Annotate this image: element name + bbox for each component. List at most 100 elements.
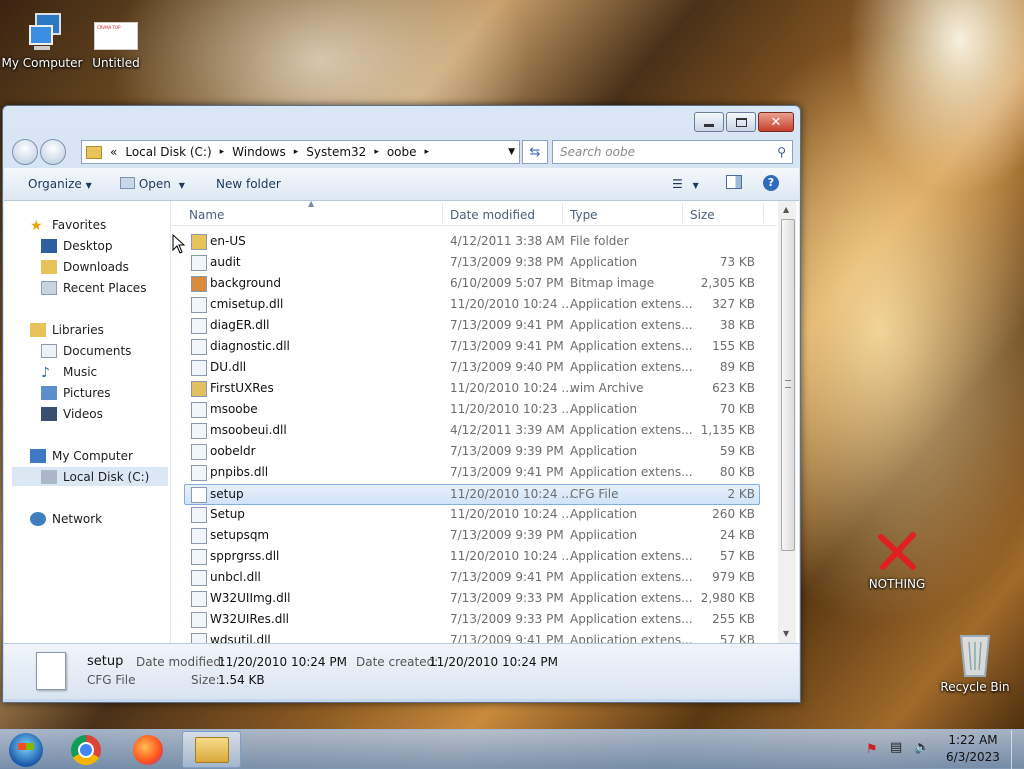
organize-button[interactable]: Organize ▼ xyxy=(28,177,92,191)
column-name[interactable]: Name xyxy=(189,208,224,222)
details-created-value: 11/20/2010 10:24 PM xyxy=(429,655,558,669)
file-date-modified: 7/13/2009 9:41 PM xyxy=(450,339,564,353)
start-button[interactable] xyxy=(0,732,52,768)
nav-documents[interactable]: Documents xyxy=(41,341,131,360)
file-row[interactable]: msoobe 11/20/2010 10:23 ... Application 70 … xyxy=(185,400,759,419)
nav-recent-places[interactable]: Recent Places xyxy=(41,278,146,297)
tray-network-icon[interactable]: ▤ xyxy=(890,740,902,755)
breadcrumb-system32[interactable]: System32 xyxy=(306,145,366,159)
file-icon xyxy=(191,570,207,586)
file-row[interactable]: cmisetup.dll 11/20/2010 10:24 ... Applicat… xyxy=(185,295,759,314)
breadcrumb-oobe[interactable]: oobe xyxy=(387,145,417,159)
new-folder-button[interactable]: New folder xyxy=(216,177,281,191)
file-row[interactable]: en-US 4/12/2011 3:38 AM File folder xyxy=(185,232,759,251)
file-size: 2,980 KB xyxy=(700,591,755,605)
file-row[interactable]: audit 7/13/2009 9:38 PM Application 73 KB xyxy=(185,253,759,272)
nav-my-computer[interactable]: My Computer xyxy=(30,446,133,465)
scroll-down-arrow[interactable]: ▼ xyxy=(783,629,789,638)
show-desktop-button[interactable] xyxy=(1011,730,1024,769)
vertical-scrollbar[interactable]: ▲ ▼ xyxy=(778,201,796,643)
nav-pictures[interactable]: Pictures xyxy=(41,383,111,402)
file-name: W32UIRes.dll xyxy=(210,612,289,626)
breadcrumb-overflow[interactable]: « xyxy=(110,145,117,159)
recycle-bin-icon xyxy=(959,635,991,677)
file-name: msoobeui.dll xyxy=(210,423,287,437)
nav-videos[interactable]: Videos xyxy=(41,404,103,423)
file-type: Application extens... xyxy=(570,339,693,353)
file-row[interactable]: background 6/10/2009 5:07 PM Bitmap image 2… xyxy=(185,274,759,293)
file-row[interactable]: DU.dll 7/13/2009 9:40 PM Application exten… xyxy=(185,358,759,377)
address-dropdown-icon[interactable]: ▼ xyxy=(508,147,515,157)
file-type: Application extens... xyxy=(570,465,693,479)
column-date-modified[interactable]: Date modified xyxy=(450,208,535,222)
desktop-icon-nothing[interactable]: NOTHING xyxy=(855,527,939,591)
file-row[interactable]: unbcl.dll 7/13/2009 9:41 PM Application ex… xyxy=(185,568,759,587)
file-row[interactable]: Setup 11/20/2010 10:24 ... Application 260 … xyxy=(185,505,759,524)
details-size-value: 1.54 KB xyxy=(218,673,265,687)
breadcrumb-arrow[interactable]: ▸ xyxy=(220,147,225,157)
address-bar[interactable]: « Local Disk (C:) ▸ Windows ▸ System32 ▸… xyxy=(81,140,520,164)
desktop-icon-recycle-bin[interactable]: Recycle Bin xyxy=(933,630,1017,694)
maximize-button[interactable] xyxy=(726,112,756,132)
taskbar-explorer[interactable] xyxy=(182,731,241,768)
file-icon xyxy=(191,297,207,313)
nav-downloads[interactable]: Downloads xyxy=(41,257,129,276)
close-button[interactable]: ✕ xyxy=(758,112,794,132)
breadcrumb-windows[interactable]: Windows xyxy=(232,145,286,159)
file-row[interactable]: diagER.dll 7/13/2009 9:41 PM Application e… xyxy=(185,316,759,335)
view-options-button[interactable]: ☰ ▼ xyxy=(672,177,699,191)
file-row[interactable]: msoobeui.dll 4/12/2011 3:39 AM Application… xyxy=(185,421,759,440)
column-separator[interactable] xyxy=(763,203,764,223)
nav-music[interactable]: ♪ Music xyxy=(41,362,97,381)
file-row[interactable]: setup 11/20/2010 10:24 ... CFG File 2 KB xyxy=(184,484,760,505)
minimize-button[interactable] xyxy=(694,112,724,132)
nav-network[interactable]: Network xyxy=(30,509,102,528)
scroll-thumb[interactable] xyxy=(781,219,795,551)
open-button[interactable]: Open ▼ xyxy=(120,177,185,191)
nav-favorites[interactable]: ★ Favorites xyxy=(30,215,106,234)
tray-volume-icon[interactable]: 🔈 xyxy=(914,740,930,755)
downloads-folder-icon xyxy=(41,259,57,274)
file-size: 73 KB xyxy=(719,255,755,269)
column-separator[interactable] xyxy=(562,203,563,223)
column-separator[interactable] xyxy=(442,203,443,223)
nav-desktop[interactable]: Desktop xyxy=(41,236,113,255)
breadcrumb-local-disk[interactable]: Local Disk (C:) xyxy=(125,145,211,159)
file-row[interactable]: spprgrss.dll 11/20/2010 10:24 ... Applicat… xyxy=(185,547,759,566)
file-row[interactable]: W32UIRes.dll 7/13/2009 9:33 PM Application… xyxy=(185,610,759,629)
nav-libraries[interactable]: Libraries xyxy=(30,320,104,339)
navigation-pane: ★ Favorites Desktop Downloads Recent Plac… xyxy=(4,201,171,643)
file-row[interactable]: pnpibs.dll 7/13/2009 9:41 PM Application e… xyxy=(185,463,759,482)
column-size[interactable]: Size xyxy=(690,208,715,222)
file-name: audit xyxy=(210,255,241,269)
nav-local-disk[interactable]: Local Disk (C:) xyxy=(12,467,168,486)
taskbar-chrome[interactable] xyxy=(60,732,112,768)
help-button[interactable]: ? xyxy=(763,175,779,191)
breadcrumb-arrow[interactable]: ▸ xyxy=(425,147,430,157)
scroll-up-arrow[interactable]: ▲ xyxy=(783,205,789,214)
preview-pane-button[interactable] xyxy=(726,175,742,192)
file-type: Application extens... xyxy=(570,633,693,643)
taskbar-firefox[interactable] xyxy=(122,732,174,768)
minimize-icon xyxy=(704,123,714,127)
breadcrumb-arrow[interactable]: ▸ xyxy=(294,147,299,157)
file-row[interactable]: diagnostic.dll 7/13/2009 9:41 PM Applicati… xyxy=(185,337,759,356)
refresh-icon: ⇆ xyxy=(529,144,541,160)
file-row[interactable]: W32UIImg.dll 7/13/2009 9:33 PM Application… xyxy=(185,589,759,608)
desktop-icon-my-computer[interactable]: My Computer xyxy=(0,10,84,70)
chevron-down-icon: ▼ xyxy=(178,181,185,190)
tray-flag-icon[interactable]: ⚑ xyxy=(866,742,878,757)
back-button[interactable] xyxy=(12,139,38,165)
file-row[interactable]: wdsutil.dll 7/13/2009 9:41 PM Application … xyxy=(185,631,759,643)
desktop-icon-untitled[interactable]: CRVMA TOP Untitled xyxy=(74,22,158,70)
clock[interactable]: 1:22 AM 6/3/2023 xyxy=(944,733,1002,764)
breadcrumb-arrow[interactable]: ▸ xyxy=(374,147,379,157)
column-separator[interactable] xyxy=(682,203,683,223)
forward-button[interactable] xyxy=(40,139,66,165)
search-input[interactable]: Search oobe ⚲ xyxy=(552,140,793,164)
column-type[interactable]: Type xyxy=(570,208,598,222)
file-row[interactable]: FirstUXRes 11/20/2010 10:24 ... wim Archiv… xyxy=(185,379,759,398)
file-row[interactable]: oobeldr 7/13/2009 9:39 PM Application 59 KB xyxy=(185,442,759,461)
file-row[interactable]: setupsqm 7/13/2009 9:39 PM Application 24 K… xyxy=(185,526,759,545)
refresh-button[interactable]: ⇆ xyxy=(522,140,548,164)
